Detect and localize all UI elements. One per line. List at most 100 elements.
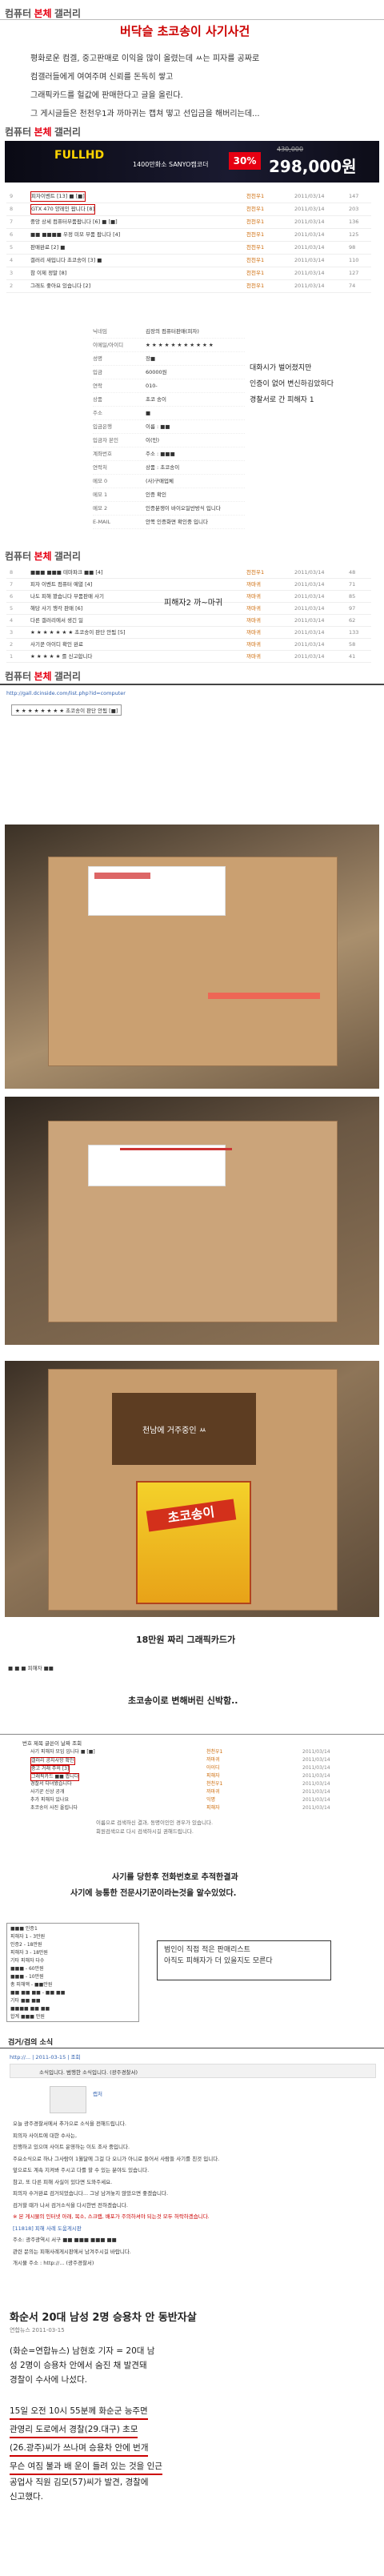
row-title[interactable]: 피자이벤트 [13] ■ [■]	[30, 191, 86, 202]
row-author: 천천우1	[246, 270, 265, 276]
row-title[interactable]: ★ ★ ★ ★ ★ ★ ★ 초코송이 판단 안됨 [5]	[30, 627, 126, 638]
form-label: 이메일/아이디	[93, 342, 124, 348]
row-date: 2011/03/14	[294, 206, 325, 212]
table-row[interactable]: 6 ■■ ■■■■ 우정 미모 부품 팝니다 [4] 천천우1 2011/03/14 1…	[6, 229, 371, 242]
row-hits: 71	[349, 581, 356, 588]
caption-2: 초코송이로 변해버린 신박함..	[0, 1689, 384, 1721]
ad-banner[interactable]: FULLHD 1400만화소 SANYO캠코더 30% 430,000 298,…	[5, 141, 379, 183]
caption2-text: 초코송이로 변해버린 신박함..	[128, 1695, 238, 1706]
form-row: 연락 010-	[93, 379, 245, 393]
order-form-section: 닉네임 김장의 컴퓨터판매(피자) 이메일/아이디 ★ ★ ★ ★ ★ ★ ★ ★ ★…	[0, 312, 384, 544]
row-date: 2011/03/14	[294, 569, 325, 576]
row-date: 2011/03/14	[294, 231, 325, 238]
row-hits: 74	[349, 283, 356, 289]
caption1-sub: ■ ■ ■ 피해자 ■■	[8, 1665, 54, 1671]
table-row[interactable]: 8 ■■■ ■■■ 테마파크 ■■ [4] 천천우1 2011/03/14 48	[6, 567, 371, 579]
table-row[interactable]: 1 ★ ★ ★ ★ ★ 를 신고합니다 까마귀 2011/03/14 41	[6, 651, 371, 663]
row-number: 6	[10, 593, 14, 600]
row-title[interactable]: 경찰서 다녀왔습니다	[30, 1780, 72, 1788]
form-value: 장■	[146, 355, 156, 362]
table-row[interactable]: 초코송이 사진 올립니다 피해자 2011/03/14	[22, 1804, 366, 1812]
table-row[interactable]: 7 피자 이벤트 컴퓨터 예열 [4] 까마귀 2011/03/14 71	[6, 579, 371, 591]
row-author: 까마귀	[246, 617, 261, 624]
table-row[interactable]: 2 그래도 좋아요 있습니다 [2] 천천우1 2011/03/14 74	[6, 280, 371, 293]
table-row[interactable]: 5 판매완료 [2] ■ 천천우1 2011/03/14 98	[6, 242, 371, 255]
row-title[interactable]: 참 이제 정말 [8]	[30, 267, 66, 279]
row-hits: 62	[349, 617, 356, 624]
row-title[interactable]: 사기꾼 아이디 확인 완료	[30, 639, 83, 650]
news-section-title: 검거/검의 소식	[8, 2039, 54, 2047]
table-row[interactable]: 3 ★ ★ ★ ★ ★ ★ ★ 초코송이 판단 안됨 [5] 까마귀 2011/03/…	[6, 627, 371, 639]
table-row[interactable]: 사기꾼 신상 공개 까마귀 2011/03/14	[22, 1788, 366, 1796]
form-value: 주소 : ■■■	[146, 451, 175, 457]
row-title[interactable]: 사기 피해자 모임 입니다 ■ [■]	[30, 1748, 95, 1756]
dc-line: 오늘 광주경찰서에서 추가으로 소식을 전해드립니다.	[13, 2121, 126, 2127]
gallery-list-1: 컴퓨터 본체 갤러리 FULLHD 1400만화소 SANYO캠코더 30% 4…	[0, 120, 384, 312]
gallery-url[interactable]: http://gall.dcinside.com/list.php?id=com…	[6, 690, 126, 696]
table-row[interactable]: 추가 피해자 있나요 익명 2011/03/14	[22, 1796, 366, 1804]
news-article: 화순서 20대 남성 2명 승용차 안 동반자살 연합뉴스 2011-03-15…	[0, 2305, 384, 2576]
photo3-note: 천남에 거주중인 ㅆ	[142, 1426, 206, 1435]
row-title[interactable]: 피자 이벤트 컴퓨터 예열 [4]	[30, 579, 92, 590]
table-row[interactable]: 사기 피해자 모임 입니다 ■ [■] 천천우1 2011/03/14	[22, 1748, 366, 1756]
row-title[interactable]: 사기꾼 신상 공개	[30, 1788, 64, 1796]
row-hits: 147	[349, 193, 359, 199]
table-row[interactable]: 중고 거래 주의 [3] 아이디 2011/03/14	[22, 1764, 366, 1773]
dc-url[interactable]: http://... | 2011-03-15 | 조회	[10, 2052, 81, 2060]
table-row[interactable]: 4 다른 갤러리에서 생긴 일 까마귀 2011/03/14 62	[6, 615, 371, 627]
row-title[interactable]: GTX 470 양레인 팝니다 [8]	[30, 204, 95, 215]
table-row[interactable]: 9 피자이벤트 [13] ■ [■] 천천우1 2011/03/14 147	[6, 191, 371, 203]
form-row: 상품 초코 송이	[93, 393, 245, 407]
news-line	[10, 2387, 250, 2401]
form-note: 대화시가 벌어졌지만 인증이 없어 변신하김았하다 경찰서로 간 피해자 1	[250, 364, 334, 404]
form-value: 인증 확인	[146, 492, 166, 498]
ad-title: FULLHD	[54, 149, 105, 162]
table-row[interactable]: 4 갤러리 새입니다 초코송이 [3] ■ 천천우1 2011/03/14 110	[6, 255, 371, 267]
table-row[interactable]: 경찰서 다녀왔습니다 천천우1 2011/03/14	[22, 1780, 366, 1788]
row-title[interactable]: 갤러리 새입니다 초코송이 [3] ■	[30, 255, 102, 267]
row-title[interactable]: 초코송이 사진 올립니다	[30, 1804, 78, 1812]
row-title[interactable]: 그래도 좋아요 있습니다 [2]	[30, 280, 90, 292]
row-number: 4	[10, 257, 14, 263]
row-title[interactable]: 중앙 상세 컴퓨터부품팝니다 [6] ■ [■]	[30, 216, 118, 228]
table-row[interactable]: 8 GTX 470 양레인 팝니다 [8] 천천우1 2011/03/14 203	[6, 203, 371, 216]
row-title[interactable]: 해당 사기 행각 판매 [6]	[30, 603, 82, 614]
row-title[interactable]: ★ ★ ★ ★ ★ 를 신고합니다	[30, 651, 92, 662]
table-row[interactable]: 갤러리 공지사항 확인 까마귀 2011/03/14	[22, 1756, 366, 1765]
post-list-2: 8 ■■■ ■■■ 테마파크 ■■ [4] 천천우1 2011/03/14 48 7 피자 …	[6, 567, 371, 663]
row-title[interactable]: ■■■ ■■■ 테마파크 ■■ [4]	[30, 567, 103, 578]
dc-line: 앞으로도 계속 지켜봐 주시고 다를 할 수 있는 분야도 있습니다.	[13, 2167, 150, 2173]
ad-badge: 30%	[229, 152, 261, 170]
form-value: 김장의 컴퓨터판매(피자)	[146, 328, 199, 335]
row-number: 5	[10, 605, 14, 612]
row-author: 천천우1	[246, 206, 265, 212]
form-row: 메모 2 인증분쟁이 바이오일반방식 입니다	[93, 502, 245, 516]
table-row[interactable]: 그래픽카드 ■■ 팝니다 피해자 2011/03/14	[22, 1772, 366, 1781]
row-author: 천천우1	[246, 219, 265, 225]
table-row[interactable]: 3 참 이제 정말 [8] 천천우1 2011/03/14 127	[6, 267, 371, 280]
ad-price: 298,000원	[269, 157, 357, 176]
row-hits: 110	[349, 257, 359, 263]
victim-line: ■■ ■■ ■■ - ■■ ■■	[10, 1990, 66, 1996]
dc-header: 소식입니다. 범행한 소식입니다. (광주경찰서)	[10, 2064, 376, 2078]
row-title[interactable]: 판매완료 [2] ■	[30, 242, 65, 254]
row-title[interactable]: ■■ ■■■■ 우정 미모 부품 팝니다 [4]	[30, 229, 120, 241]
form-value: (사)구매업체	[146, 478, 174, 484]
form-label: 입금	[93, 369, 102, 375]
form-label: 메모 1	[93, 492, 108, 498]
row-title[interactable]: 다른 갤러리에서 생긴 일	[30, 615, 83, 626]
table-row[interactable]: 2 사기꾼 아이디 확인 완료 까마귀 2011/03/14 58	[6, 639, 371, 651]
dc-line: 피의자 사이트에 대한 수사는,	[13, 2132, 78, 2139]
list3-row[interactable]: ★ ★ ★ ★ ★ ★ ★ ★ 초코송이 판단 안됨 [■]	[11, 704, 122, 716]
row-hits: 136	[349, 219, 359, 225]
form-value: 60000원	[146, 369, 167, 375]
row-date: 2011/03/14	[294, 270, 325, 276]
row-title[interactable]: 추가 피해자 있나요	[30, 1796, 69, 1804]
form-row: 닉네임 김장의 컴퓨터판매(피자)	[93, 325, 245, 339]
form-label: 계좌번호	[93, 451, 112, 457]
row-author: 까마귀	[246, 581, 261, 588]
row-title[interactable]: 나도 피해 봤습니다 부품판매 사기	[30, 591, 104, 602]
table-row[interactable]: 7 중앙 상세 컴퓨터부품팝니다 [6] ■ [■] 천천우1 2011/03/14 1…	[6, 216, 371, 229]
row-hits: 58	[349, 641, 356, 648]
news-line: 15일 오전 10시 55분께 화순군 능주면	[10, 2404, 148, 2420]
